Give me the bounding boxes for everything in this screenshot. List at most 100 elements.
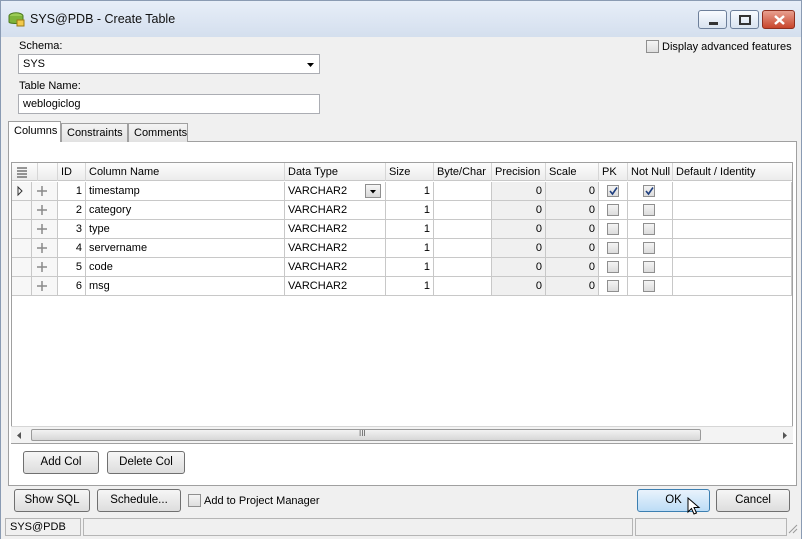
row-selector[interactable]: [12, 182, 32, 201]
table-row[interactable]: 1 timestamp VARCHAR2 1 0 0: [12, 182, 792, 201]
cell-id[interactable]: 5: [58, 258, 86, 277]
cell-size[interactable]: 1: [386, 277, 434, 296]
scroll-left-icon[interactable]: [15, 431, 23, 440]
table-row[interactable]: 3 type VARCHAR2 1 0 0: [12, 220, 792, 239]
row-drag-handle[interactable]: [32, 258, 58, 277]
cell-scale[interactable]: 0: [546, 277, 599, 296]
cell-size[interactable]: 1: [386, 239, 434, 258]
cell-byte-char[interactable]: [434, 182, 492, 201]
cell-data-type[interactable]: VARCHAR2: [285, 277, 386, 296]
delete-col-button[interactable]: Delete Col: [107, 451, 185, 474]
header-not-null[interactable]: Not Null: [628, 163, 673, 181]
row-drag-handle[interactable]: [32, 220, 58, 239]
cell-byte-char[interactable]: [434, 220, 492, 239]
row-selector[interactable]: [12, 258, 32, 277]
cell-data-type[interactable]: VARCHAR2: [285, 201, 386, 220]
tab-columns[interactable]: Columns: [8, 121, 61, 142]
cell-column-name[interactable]: type: [86, 220, 285, 239]
pk-checkbox[interactable]: [607, 242, 619, 254]
header-precision[interactable]: Precision: [492, 163, 546, 181]
row-selector[interactable]: [12, 277, 32, 296]
cell-data-type[interactable]: VARCHAR2: [285, 220, 386, 239]
header-scale[interactable]: Scale: [546, 163, 599, 181]
resize-grip-icon[interactable]: [787, 523, 799, 535]
minimize-button[interactable]: [698, 10, 727, 29]
columns-grid[interactable]: ID Column Name Data Type Size Byte/Char …: [11, 162, 793, 444]
not-null-checkbox[interactable]: [643, 185, 655, 197]
table-row[interactable]: 5 code VARCHAR2 1 0 0: [12, 258, 792, 277]
header-default-identity[interactable]: Default / Identity: [673, 163, 792, 181]
tab-constraints[interactable]: Constraints: [61, 123, 128, 142]
cell-data-type[interactable]: VARCHAR2: [285, 258, 386, 277]
tab-comments[interactable]: Comments: [128, 123, 188, 142]
row-drag-handle[interactable]: [32, 201, 58, 220]
table-row[interactable]: 6 msg VARCHAR2 1 0 0: [12, 277, 792, 296]
table-name-input[interactable]: weblogiclog: [18, 94, 320, 114]
cell-precision[interactable]: 0: [492, 239, 546, 258]
add-to-project-checkbox[interactable]: [188, 494, 201, 507]
cell-default-identity[interactable]: [673, 220, 792, 239]
header-size[interactable]: Size: [386, 163, 434, 181]
cell-pk[interactable]: [599, 182, 628, 201]
cell-default-identity[interactable]: [673, 201, 792, 220]
pk-checkbox[interactable]: [607, 280, 619, 292]
cell-default-identity[interactable]: [673, 239, 792, 258]
pk-checkbox[interactable]: [607, 185, 619, 197]
cell-precision[interactable]: 0: [492, 277, 546, 296]
header-byte-char[interactable]: Byte/Char: [434, 163, 492, 181]
not-null-checkbox[interactable]: [643, 261, 655, 273]
cell-column-name[interactable]: timestamp: [86, 182, 285, 201]
cell-precision[interactable]: 0: [492, 182, 546, 201]
cell-scale[interactable]: 0: [546, 182, 599, 201]
cell-scale[interactable]: 0: [546, 220, 599, 239]
cell-pk[interactable]: [599, 277, 628, 296]
scroll-right-icon[interactable]: [781, 431, 789, 440]
cell-id[interactable]: 1: [58, 182, 86, 201]
not-null-checkbox[interactable]: [643, 204, 655, 216]
header-column-name[interactable]: Column Name: [86, 163, 285, 181]
cell-pk[interactable]: [599, 201, 628, 220]
pk-checkbox[interactable]: [607, 204, 619, 216]
cell-pk[interactable]: [599, 258, 628, 277]
cell-not-null[interactable]: [628, 258, 673, 277]
pk-checkbox[interactable]: [607, 261, 619, 273]
row-drag-handle[interactable]: [32, 277, 58, 296]
cell-scale[interactable]: 0: [546, 239, 599, 258]
cell-pk[interactable]: [599, 239, 628, 258]
show-sql-button[interactable]: Show SQL: [14, 489, 90, 512]
cell-scale[interactable]: 0: [546, 258, 599, 277]
cell-byte-char[interactable]: [434, 277, 492, 296]
cell-id[interactable]: 4: [58, 239, 86, 258]
cell-column-name[interactable]: category: [86, 201, 285, 220]
table-row[interactable]: 4 servername VARCHAR2 1 0 0: [12, 239, 792, 258]
cell-byte-char[interactable]: [434, 258, 492, 277]
pk-checkbox[interactable]: [607, 223, 619, 235]
cell-scale[interactable]: 0: [546, 201, 599, 220]
cell-size[interactable]: 1: [386, 201, 434, 220]
not-null-checkbox[interactable]: [643, 242, 655, 254]
maximize-button[interactable]: [730, 10, 759, 29]
cell-size[interactable]: 1: [386, 182, 434, 201]
cell-byte-char[interactable]: [434, 239, 492, 258]
header-pk[interactable]: PK: [599, 163, 628, 181]
add-col-button[interactable]: Add Col: [23, 451, 99, 474]
cell-size[interactable]: 1: [386, 220, 434, 239]
cell-id[interactable]: 3: [58, 220, 86, 239]
close-button[interactable]: [762, 10, 795, 29]
cell-data-type[interactable]: VARCHAR2: [285, 239, 386, 258]
row-drag-handle[interactable]: [32, 239, 58, 258]
cell-data-type[interactable]: VARCHAR2: [285, 182, 386, 201]
cell-id[interactable]: 2: [58, 201, 86, 220]
scrollbar-thumb[interactable]: III: [31, 429, 701, 441]
cell-not-null[interactable]: [628, 220, 673, 239]
cell-column-name[interactable]: msg: [86, 277, 285, 296]
cell-default-identity[interactable]: [673, 277, 792, 296]
table-row[interactable]: 2 category VARCHAR2 1 0 0: [12, 201, 792, 220]
cell-default-identity[interactable]: [673, 182, 792, 201]
header-id[interactable]: ID: [58, 163, 86, 181]
horizontal-scrollbar[interactable]: III: [11, 426, 793, 443]
cell-precision[interactable]: 0: [492, 201, 546, 220]
cell-pk[interactable]: [599, 220, 628, 239]
row-selector[interactable]: [12, 239, 32, 258]
cell-column-name[interactable]: servername: [86, 239, 285, 258]
